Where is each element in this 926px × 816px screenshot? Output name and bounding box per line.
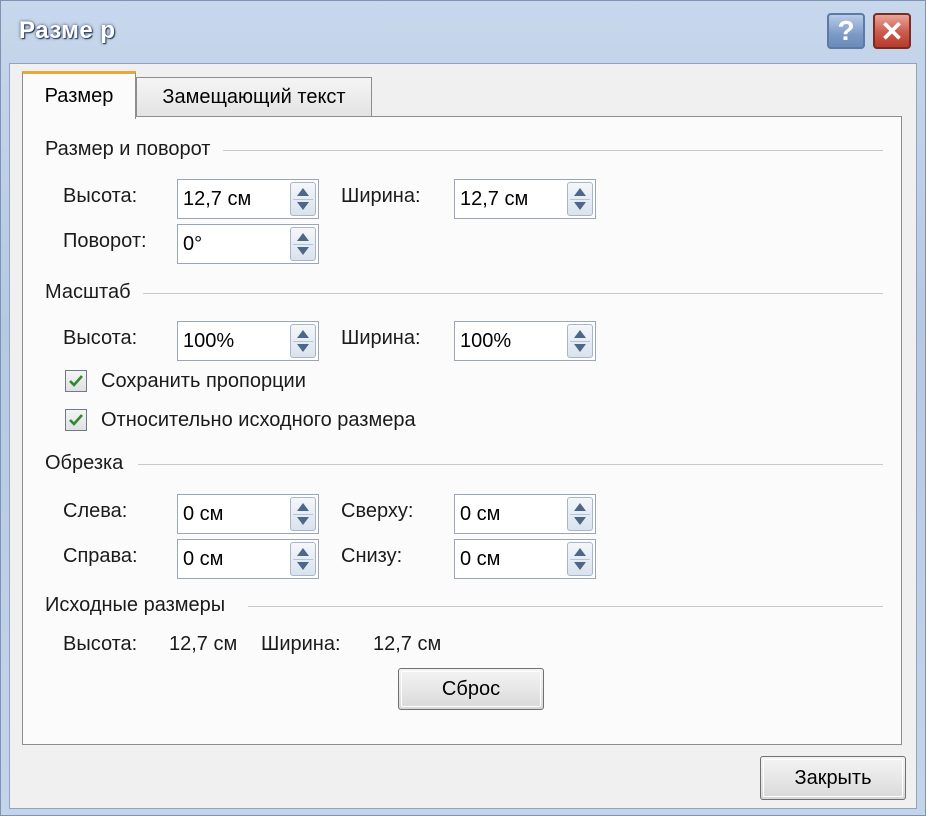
crop-bottom-spinner[interactable]: 0 см bbox=[454, 539, 596, 579]
tab-size[interactable]: Размер bbox=[22, 71, 136, 119]
chevron-up-icon[interactable] bbox=[297, 188, 309, 196]
reset-button-label: Сброс bbox=[441, 677, 501, 700]
chevron-down-icon[interactable] bbox=[297, 562, 309, 570]
spinner-buttons[interactable] bbox=[567, 542, 593, 576]
original-height-value: 12,7 см bbox=[169, 633, 238, 655]
scale-width-spinner[interactable]: 100% bbox=[454, 321, 596, 361]
chevron-down-icon[interactable] bbox=[297, 517, 309, 525]
group-divider bbox=[138, 464, 883, 465]
chevron-up-icon[interactable] bbox=[574, 548, 586, 556]
group-title-crop: Обрезка bbox=[45, 452, 130, 475]
rotation-spinner[interactable]: 0° bbox=[177, 224, 319, 264]
spinner-buttons[interactable] bbox=[290, 182, 316, 216]
chevron-down-icon[interactable] bbox=[297, 202, 309, 210]
scale-width-label: Ширина: bbox=[341, 327, 421, 349]
crop-right-spinner[interactable]: 0 см bbox=[177, 539, 319, 579]
scale-height-spinner[interactable]: 100% bbox=[177, 321, 319, 361]
spinner-buttons[interactable] bbox=[567, 324, 593, 358]
spinner-buttons[interactable] bbox=[290, 324, 316, 358]
height-label: Высота: bbox=[63, 185, 138, 207]
chevron-down-icon[interactable] bbox=[574, 344, 586, 352]
chevron-down-icon[interactable] bbox=[574, 202, 586, 210]
group-title-original-size: Исходные размеры bbox=[45, 594, 232, 617]
chevron-up-icon[interactable] bbox=[297, 330, 309, 338]
scale-width-value: 100% bbox=[460, 330, 512, 352]
height-value: 12,7 см bbox=[183, 188, 252, 210]
tab-panel-size: Размер и поворот Высота: 12,7 см Ширина:… bbox=[22, 116, 902, 745]
scale-height-value: 100% bbox=[183, 330, 235, 352]
relative-size-label[interactable]: Относительно исходного размера bbox=[101, 409, 416, 432]
lock-aspect-label[interactable]: Сохранить пропорции bbox=[101, 370, 306, 393]
crop-right-value: 0 см bbox=[183, 548, 224, 570]
original-width-label: Ширина: bbox=[261, 633, 341, 655]
title-bar[interactable]: Разме р ? ✕ bbox=[1, 1, 925, 63]
lock-aspect-checkbox[interactable] bbox=[65, 370, 87, 392]
help-button[interactable]: ? bbox=[827, 13, 865, 49]
crop-top-spinner[interactable]: 0 см bbox=[454, 494, 596, 534]
chevron-down-icon[interactable] bbox=[574, 562, 586, 570]
window-title: Разме р bbox=[19, 17, 116, 44]
chevron-down-icon[interactable] bbox=[574, 517, 586, 525]
spinner-buttons[interactable] bbox=[290, 227, 316, 261]
width-label: Ширина: bbox=[341, 185, 421, 207]
dialog-client: Размер Замещающий текст Размер и поворот… bbox=[9, 63, 917, 809]
chevron-up-icon[interactable] bbox=[574, 330, 586, 338]
tab-alt-text[interactable]: Замещающий текст bbox=[136, 77, 372, 117]
help-icon: ? bbox=[837, 15, 855, 46]
width-value: 12,7 см bbox=[460, 188, 529, 210]
height-spinner[interactable]: 12,7 см bbox=[177, 179, 319, 219]
spinner-buttons[interactable] bbox=[567, 497, 593, 531]
crop-top-label: Сверху: bbox=[341, 500, 414, 522]
chevron-up-icon[interactable] bbox=[297, 233, 309, 241]
rotation-label: Поворот: bbox=[63, 230, 147, 252]
crop-bottom-label: Снизу: bbox=[341, 545, 403, 567]
spinner-buttons[interactable] bbox=[290, 542, 316, 576]
original-height-label: Высота: bbox=[63, 633, 138, 655]
check-icon bbox=[69, 375, 83, 387]
group-divider bbox=[248, 606, 883, 607]
crop-bottom-value: 0 см bbox=[460, 548, 501, 570]
tab-label: Размер bbox=[44, 85, 114, 107]
size-dialog: Разме р ? ✕ Размер Замещающий текст Разм… bbox=[0, 0, 926, 816]
crop-right-label: Справа: bbox=[63, 545, 138, 567]
original-width-value: 12,7 см bbox=[373, 633, 442, 655]
width-spinner[interactable]: 12,7 см bbox=[454, 179, 596, 219]
crop-top-value: 0 см bbox=[460, 503, 501, 525]
close-button[interactable]: Закрыть bbox=[760, 756, 906, 800]
group-divider bbox=[143, 293, 883, 294]
chevron-up-icon[interactable] bbox=[297, 548, 309, 556]
group-title-size-rotation: Размер и поворот bbox=[45, 138, 217, 161]
chevron-down-icon[interactable] bbox=[297, 247, 309, 255]
chevron-up-icon[interactable] bbox=[574, 188, 586, 196]
crop-left-spinner[interactable]: 0 см bbox=[177, 494, 319, 534]
relative-size-checkbox[interactable] bbox=[65, 409, 87, 431]
group-title-scale: Масштаб bbox=[45, 281, 137, 304]
close-button-label: Закрыть bbox=[794, 766, 872, 789]
check-icon bbox=[69, 414, 83, 426]
close-icon: ✕ bbox=[880, 15, 904, 47]
spinner-buttons[interactable] bbox=[290, 497, 316, 531]
rotation-value: 0° bbox=[183, 233, 203, 255]
close-window-button[interactable]: ✕ bbox=[873, 13, 911, 49]
scale-height-label: Высота: bbox=[63, 327, 138, 349]
reset-button[interactable]: Сброс bbox=[398, 668, 544, 710]
chevron-up-icon[interactable] bbox=[297, 503, 309, 511]
crop-left-label: Слева: bbox=[63, 500, 128, 522]
chevron-down-icon[interactable] bbox=[297, 344, 309, 352]
group-divider bbox=[223, 150, 883, 151]
spinner-buttons[interactable] bbox=[567, 182, 593, 216]
tab-label: Замещающий текст bbox=[162, 86, 346, 108]
crop-left-value: 0 см bbox=[183, 503, 224, 525]
chevron-up-icon[interactable] bbox=[574, 503, 586, 511]
